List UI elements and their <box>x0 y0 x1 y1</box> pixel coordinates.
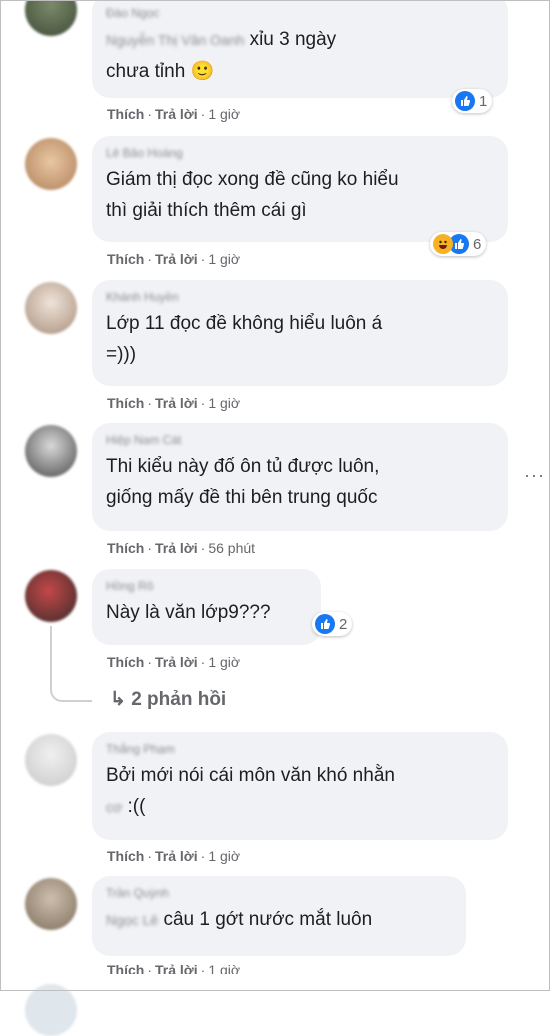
comment-bubble: Khánh Huyền Lớp 11 đọc đề không hiểu luô… <box>92 280 508 386</box>
more-options-icon[interactable]: ··· <box>524 465 545 486</box>
mention-tag[interactable]: Nguyễn Thị Vân Oanh <box>106 25 244 56</box>
comment-bubble: Lê Bảo Hoàng Giám thị đọc xong đề cũng k… <box>92 136 508 242</box>
haha-reaction-icon <box>433 234 453 254</box>
comment-bubble: Hiệp Nam Cát Thi kiểu này đố ôn tủ được … <box>92 423 508 531</box>
commenter-name[interactable]: Hiệp Nam Cát <box>106 433 494 447</box>
reply-button[interactable]: Trả lời <box>155 251 198 267</box>
like-reaction-icon <box>455 91 475 111</box>
comment-body: câu 1 gớt nước mắt luôn <box>163 909 373 930</box>
reply-button[interactable]: Trả lời <box>155 848 198 864</box>
commenter-name[interactable]: Thắng Phạm <box>106 742 494 756</box>
like-button[interactable]: Thích <box>107 106 144 122</box>
comment-actions: Thích · Trả lời · 1 giờ <box>107 251 241 267</box>
reply-thread-line <box>50 626 92 702</box>
timestamp[interactable]: 1 giờ <box>208 654 240 670</box>
timestamp[interactable]: 1 giờ <box>208 848 240 864</box>
reply-button[interactable]: Trả lời <box>155 395 198 411</box>
commenter-name[interactable]: Lê Bảo Hoàng <box>106 146 494 160</box>
comment-bubble: Thắng Phạm Bởi mới nói cái môn văn khó n… <box>92 732 508 840</box>
avatar[interactable] <box>25 0 77 36</box>
comment-actions: Thích · Trả lời · 1 giờ <box>107 395 241 411</box>
comment-actions: Thích · Trả lời · 1 giờ <box>107 654 241 670</box>
view-replies-link[interactable]: ↳ 2 phản hồi <box>110 688 226 711</box>
reaction-summary[interactable]: 1 <box>452 89 493 113</box>
mention-tag[interactable]: Ngọc Lê <box>106 905 158 936</box>
reply-button[interactable]: Trả lời <box>155 654 198 670</box>
replies-label: 2 phản hồi <box>131 689 227 710</box>
reply-button[interactable]: Trả lời <box>155 540 198 556</box>
timestamp[interactable]: 1 giờ <box>208 251 240 267</box>
like-button[interactable]: Thích <box>107 654 144 670</box>
reaction-count: 2 <box>339 615 348 633</box>
avatar[interactable] <box>25 425 77 477</box>
reply-button[interactable]: Trả lời <box>155 106 198 122</box>
comment-actions: Thích · Trả lời · 1 giờ <box>107 106 241 122</box>
comment-bubble: Hồng Rô Này là văn lớp9??? <box>92 569 321 645</box>
timestamp[interactable]: 56 phút <box>208 540 255 556</box>
comment-bubble: Đào Ngọc Nguyễn Thị Vân Oanh xỉu 3 ngày … <box>92 0 508 98</box>
avatar[interactable] <box>25 878 77 930</box>
mention-tag[interactable]: cơ <box>106 792 122 823</box>
comment-text: Thi kiểu này đố ôn tủ được luôn, giống m… <box>106 456 380 508</box>
comment-text: Bởi mới nói cái môn văn khó nhằn cơ :(( <box>106 760 494 823</box>
avatar[interactable] <box>25 138 77 190</box>
commenter-name[interactable]: Trần Quỳnh <box>106 886 452 900</box>
like-button[interactable]: Thích <box>107 540 144 556</box>
reaction-count: 6 <box>473 235 482 253</box>
reaction-count: 1 <box>479 92 488 110</box>
bottom-cutoff <box>0 974 550 991</box>
comment-text: Giám thị đọc xong đề cũng ko hiểu thì gi… <box>106 169 399 221</box>
like-button[interactable]: Thích <box>107 395 144 411</box>
comment-text: Lớp 11 đọc đề không hiểu luôn á =))) <box>106 313 383 365</box>
reaction-summary[interactable]: 6 <box>430 232 487 256</box>
commenter-name[interactable]: Khánh Huyền <box>106 290 494 304</box>
like-button[interactable]: Thích <box>107 251 144 267</box>
comment-body: Bởi mới nói cái môn văn khó nhằn <box>106 765 395 786</box>
avatar[interactable] <box>25 570 77 622</box>
avatar[interactable] <box>25 734 77 786</box>
comment-bubble: Trần Quỳnh Ngọc Lê câu 1 gớt nước mắt lu… <box>92 876 466 956</box>
reaction-summary[interactable]: 2 <box>312 612 353 636</box>
commenter-name[interactable]: Hồng Rô <box>106 579 307 593</box>
comment-actions: Thích · Trả lời · 1 giờ <box>107 848 241 864</box>
commenter-name[interactable]: Đào Ngọc <box>106 6 494 20</box>
comment-text: Nguyễn Thị Vân Oanh xỉu 3 ngày chưa tỉnh… <box>106 24 494 87</box>
comment-text: Ngọc Lê câu 1 gớt nước mắt luôn <box>106 904 452 936</box>
reply-arrow-icon: ↳ <box>110 689 126 710</box>
like-reaction-icon <box>315 614 335 634</box>
timestamp[interactable]: 1 giờ <box>208 395 240 411</box>
comment-text: Này là văn lớp9??? <box>106 602 271 623</box>
avatar[interactable] <box>25 282 77 334</box>
comment-actions: Thích · Trả lời · 56 phút <box>107 540 256 556</box>
comment-body-end: :(( <box>127 796 146 817</box>
like-button[interactable]: Thích <box>107 848 144 864</box>
timestamp[interactable]: 1 giờ <box>208 106 240 122</box>
avatar[interactable] <box>25 984 77 1036</box>
